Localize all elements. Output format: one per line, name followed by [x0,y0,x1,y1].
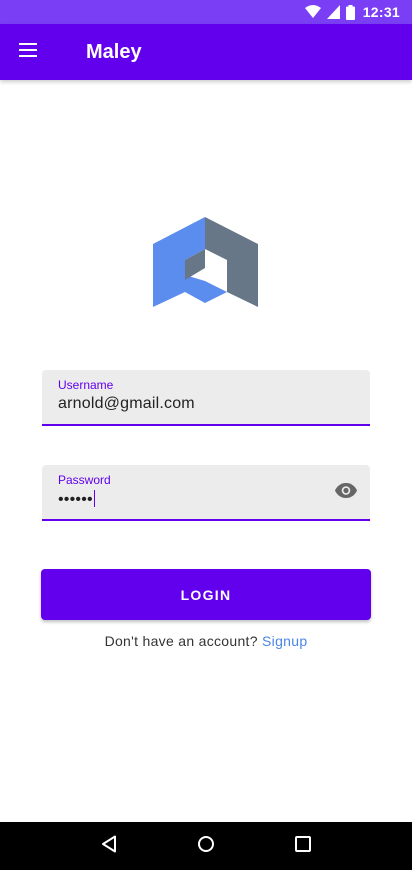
navigation-bar [0,822,412,870]
signup-link[interactable]: Signup [262,633,307,649]
signup-prompt: Don't have an account? [104,633,258,649]
recents-icon [295,835,312,857]
eye-icon [335,483,357,503]
username-value: arnold@gmail.com [58,395,195,412]
password-value: •••••• [58,491,93,508]
wifi-icon [304,5,321,19]
back-icon [101,835,117,858]
menu-button[interactable] [0,24,56,80]
login-button[interactable]: LOGIN [41,569,371,620]
recents-button[interactable] [283,826,323,866]
password-visibility-toggle[interactable] [334,481,358,505]
username-field[interactable]: Username arnold@gmail.com [42,370,370,426]
password-field[interactable]: Password •••••• [42,465,370,521]
app-bar: Maley [0,24,412,80]
status-bar: 12:31 [0,0,412,24]
status-time: 12:31 [362,4,400,20]
app-logo [152,216,260,308]
home-icon [197,835,215,858]
battery-icon [345,4,355,20]
password-label: Password [58,473,111,487]
password-input-value: •••••• [58,490,95,509]
signal-icon [326,5,340,19]
username-label: Username [58,378,114,392]
home-button[interactable] [186,826,226,866]
menu-icon [19,42,37,62]
app-title: Maley [86,40,142,63]
signup-row: Don't have an account? Signup [0,633,412,649]
text-cursor [93,490,95,507]
back-button[interactable] [89,826,129,866]
